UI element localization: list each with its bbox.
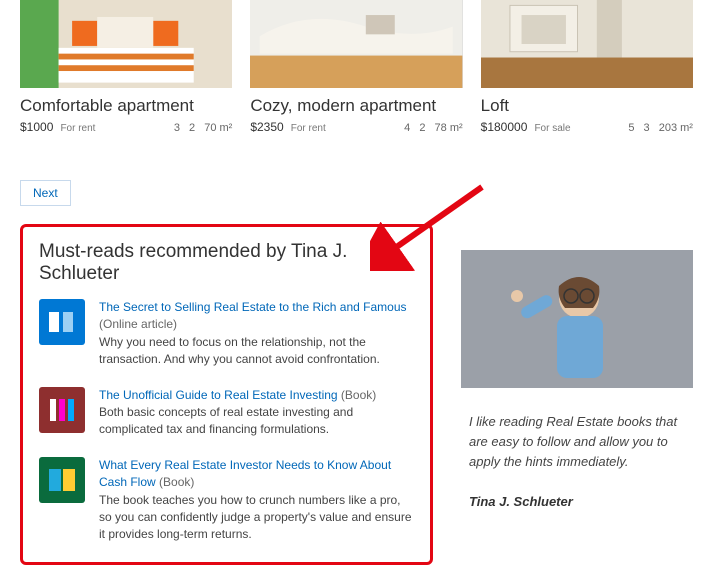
- recommendation-kind: (Book): [159, 475, 194, 489]
- author-quote: I like reading Real Estate books that ar…: [469, 412, 685, 472]
- author-column: I like reading Real Estate books that ar…: [461, 224, 693, 509]
- listing-price: $180000: [481, 120, 528, 134]
- recommendation-link[interactable]: The Secret to Selling Real Estate to the…: [99, 300, 407, 314]
- recommendation-link[interactable]: What Every Real Estate Investor Needs to…: [99, 458, 391, 489]
- listing-title: Cozy, modern apartment: [250, 96, 462, 116]
- listing-specs: 4 2 78 m²: [398, 122, 463, 134]
- listing-meta: $180000 For sale 5 3 203 m²: [481, 120, 693, 134]
- listing-thumb: [20, 0, 232, 88]
- recommendation-desc: Why you need to focus on the relationshi…: [99, 335, 380, 366]
- listing-price: $2350: [250, 120, 283, 134]
- recommendation-thumb-icon: [39, 299, 85, 345]
- listing-specs: 3 2 70 m²: [168, 122, 233, 134]
- recommendation-kind: (Online article): [99, 317, 177, 331]
- recommendation-item: The Secret to Selling Real Estate to the…: [39, 299, 414, 369]
- recommendations-heading: Must-reads recommended by Tina J. Schlue…: [39, 241, 414, 285]
- listing-thumb: [250, 0, 462, 88]
- listing-price: $1000: [20, 120, 53, 134]
- listing-card[interactable]: Cozy, modern apartment $2350 For rent 4 …: [250, 0, 462, 134]
- recommendation-thumb-icon: [39, 387, 85, 433]
- recommendation-item: What Every Real Estate Investor Needs to…: [39, 457, 414, 544]
- listing-card[interactable]: Comfortable apartment $1000 For rent 3 2…: [20, 0, 232, 134]
- listings-row: Comfortable apartment $1000 For rent 3 2…: [20, 0, 693, 134]
- recommendations-box: Must-reads recommended by Tina J. Schlue…: [20, 224, 433, 565]
- recommendation-thumb-icon: [39, 457, 85, 503]
- recommendation-desc: Both basic concepts of real estate inves…: [99, 405, 353, 436]
- listing-terms: For rent: [60, 123, 95, 134]
- listing-thumb: [481, 0, 693, 88]
- listing-specs: 5 3 203 m²: [622, 122, 693, 134]
- next-button[interactable]: Next: [20, 180, 71, 206]
- listing-meta: $1000 For rent 3 2 70 m²: [20, 120, 232, 134]
- recommendation-desc: The book teaches you how to crunch numbe…: [99, 493, 412, 542]
- author-name: Tina J. Schlueter: [469, 494, 685, 509]
- recommendation-item: The Unofficial Guide to Real Estate Inve…: [39, 387, 414, 439]
- listing-meta: $2350 For rent 4 2 78 m²: [250, 120, 462, 134]
- listing-terms: For rent: [291, 123, 326, 134]
- recommendation-kind: (Book): [341, 388, 376, 402]
- listing-title: Comfortable apartment: [20, 96, 232, 116]
- listing-terms: For sale: [534, 123, 570, 134]
- recommendation-link[interactable]: The Unofficial Guide to Real Estate Inve…: [99, 388, 338, 402]
- listing-card[interactable]: Loft $180000 For sale 5 3 203 m²: [481, 0, 693, 134]
- listing-title: Loft: [481, 96, 693, 116]
- author-portrait: [461, 250, 693, 388]
